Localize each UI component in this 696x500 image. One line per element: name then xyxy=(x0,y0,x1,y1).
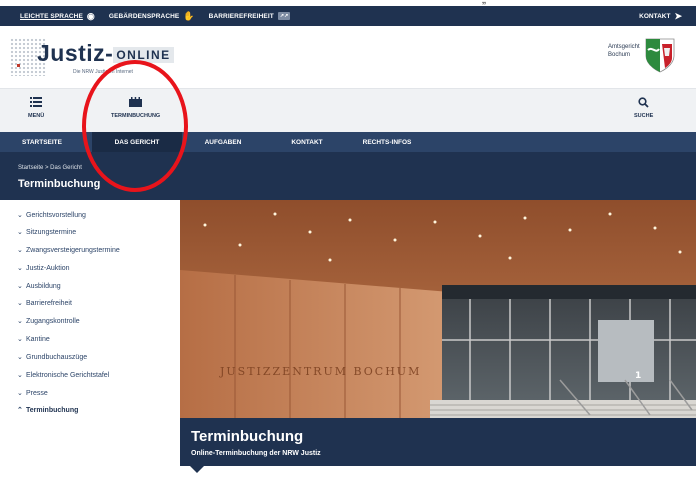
nav-startseite[interactable]: STARTSEITE xyxy=(18,132,66,152)
sidebar-item-ausbildung[interactable]: ⌄ Ausbildung xyxy=(17,282,61,291)
calendar-icon xyxy=(129,95,143,109)
sidebar-item-zwangsversteigerungstermine[interactable]: ⌄ Zwangsversteigerungstermine xyxy=(17,246,120,255)
logo-red-dot xyxy=(17,64,20,67)
sidebar-item-label: Ausbildung xyxy=(26,282,61,290)
accessibility-label: BARRIEREFREIHEIT xyxy=(208,12,274,20)
page-title: Terminbuchung xyxy=(18,178,101,190)
search-button[interactable]: SUCHE xyxy=(634,95,653,119)
sidebar-item-gerichtsvorstellung[interactable]: ⌄ Gerichtsvorstellung xyxy=(17,211,86,220)
sidebar-item-label: Zwangsversteigerungstermine xyxy=(26,246,120,254)
search-label: SUCHE xyxy=(634,113,654,119)
sidebar-item-label: Barrierefreiheit xyxy=(26,299,72,307)
nav-rechts-infos[interactable]: RECHTS-INFOS xyxy=(356,132,418,152)
hero-caption: Terminbuchung Online-Terminbuchung der N… xyxy=(180,418,696,466)
door-number: 1 xyxy=(635,371,641,381)
easy-language-link[interactable]: LEICHTE SPRACHE ◉ xyxy=(20,10,95,21)
chevron-down-icon: ⌄ xyxy=(17,336,23,343)
sidebar-item-label: Grundbuchauszüge xyxy=(26,353,88,361)
chevron-down-icon: ⌄ xyxy=(17,390,23,397)
menu-label: MENÜ xyxy=(28,113,45,119)
building-photo: JUSTIZZENTRUM BOCHUM 1 xyxy=(180,200,696,418)
page-heading-band: Startseite > Das Gericht Terminbuchung xyxy=(0,152,696,200)
logo-tagline: Die NRW Justiz im Internet xyxy=(73,69,133,75)
chevron-down-icon: ⌄ xyxy=(17,212,23,219)
sidebar-item-label: Sitzungstermine xyxy=(26,228,77,236)
chevron-down-icon: ⌄ xyxy=(17,372,23,379)
breadcrumb[interactable]: Startseite > Das Gericht xyxy=(18,165,82,171)
chevron-down-icon: ⌄ xyxy=(17,265,23,272)
sidebar-item-label: Justiz-Auktion xyxy=(26,264,70,272)
icon-navigation: MENÜ TERMINBUCHUNG SUCHE xyxy=(0,88,696,132)
accessibility-link[interactable]: BARRIEREFREIHEIT ↗↗ xyxy=(209,12,291,20)
nav-aufgaben[interactable]: AUFGABEN xyxy=(198,132,248,152)
contact-link[interactable]: KONTAKT ➤ xyxy=(639,6,682,26)
search-icon xyxy=(638,95,649,109)
hero-title: Terminbuchung xyxy=(191,428,304,445)
chevron-down-icon: ⌄ xyxy=(17,300,23,307)
nav-das-gericht[interactable]: DAS GERICHT xyxy=(92,132,182,152)
main-navigation: STARTSEITE DAS GERICHT AUFGABEN KONTAKT … xyxy=(0,132,696,152)
external-link-badge: ↗↗ xyxy=(277,12,291,20)
menu-button[interactable]: MENÜ xyxy=(28,95,44,119)
logo-wordmark-online: ONLINE xyxy=(113,46,174,63)
chevron-down-icon: ⌄ xyxy=(17,247,23,254)
chevron-down-icon: ⌄ xyxy=(17,283,23,290)
sidebar-item-presse[interactable]: ⌄ Presse xyxy=(17,389,48,398)
caption-pointer xyxy=(190,466,204,473)
sign-language-icon: ✋ xyxy=(183,10,195,21)
sidebar-item-label: Terminbuchung xyxy=(26,406,79,414)
sidebar-item-label: Presse xyxy=(26,389,48,397)
booking-label: TERMINBUCHUNG xyxy=(111,113,161,119)
sidebar-item-sitzungstermine[interactable]: ⌄ Sitzungstermine xyxy=(17,228,77,237)
easy-language-icon: ◉ xyxy=(86,10,95,21)
easy-language-label: LEICHTE SPRACHE xyxy=(20,12,83,20)
sign-language-link[interactable]: GEBÄRDENSPRACHE ✋ xyxy=(108,10,195,21)
justiz-online-logo[interactable]: Justiz- ONLINE Die NRW Justiz im Internet xyxy=(10,36,174,80)
hero-image-justizzentrum: JUSTIZZENTRUM BOCHUM 1 xyxy=(180,200,696,418)
logo-wordmark-justiz: Justiz- xyxy=(37,40,114,66)
send-icon: ➤ xyxy=(674,10,682,21)
section-sidebar: ⌄ Gerichtsvorstellung ⌄ Sitzungstermine ⌄ Z… xyxy=(0,200,180,500)
hero-subtitle: Online-Terminbuchung der NRW Justiz xyxy=(191,450,321,457)
sidebar-item-label: Gerichtsvorstellung xyxy=(26,211,86,219)
facade-lettering: JUSTIZZENTRUM BOCHUM xyxy=(219,365,421,378)
utility-bar: LEICHTE SPRACHE ◉ GEBÄRDENSPRACHE ✋ BARR… xyxy=(0,6,696,26)
sidebar-item-elektronische-gerichtstafel[interactable]: ⌄ Elektronische Gerichtstafel xyxy=(17,371,110,380)
sign-language-label: GEBÄRDENSPRACHE xyxy=(108,12,180,20)
sidebar-item-label: Kantine xyxy=(26,335,50,343)
nav-kontakt[interactable]: KONTAKT xyxy=(283,132,331,152)
hamburger-menu-icon xyxy=(30,95,43,109)
site-header: Justiz- ONLINE Die NRW Justiz im Internet… xyxy=(0,26,696,88)
nrw-coat-of-arms-icon xyxy=(645,38,675,73)
sidebar-item-terminbuchung[interactable]: ⌃ Terminbuchung xyxy=(17,406,79,415)
sidebar-item-barrierefreiheit[interactable]: ⌄ Barrierefreiheit xyxy=(17,299,72,308)
sidebar-item-kantine[interactable]: ⌄ Kantine xyxy=(17,335,50,344)
sidebar-item-zugangskontrolle[interactable]: ⌄ Zugangskontrolle xyxy=(17,317,80,326)
sidebar-item-label: Zugangskontrolle xyxy=(26,317,80,325)
chevron-down-icon: ⌄ xyxy=(17,318,23,325)
contact-label: KONTAKT xyxy=(639,12,671,20)
sidebar-item-justiz-auktion[interactable]: ⌄ Justiz-Auktion xyxy=(17,264,70,273)
chevron-down-icon: ⌄ xyxy=(17,229,23,236)
booking-button[interactable]: TERMINBUCHUNG xyxy=(111,95,160,119)
sidebar-item-label: Elektronische Gerichtstafel xyxy=(26,371,110,379)
chevron-down-icon: ⌄ xyxy=(17,354,23,361)
chevron-up-icon: ⌃ xyxy=(17,407,23,414)
sidebar-item-grundbuchauszuege[interactable]: ⌄ Grundbuchauszüge xyxy=(17,353,88,362)
logo-wordmark: Justiz- ONLINE xyxy=(37,40,174,67)
